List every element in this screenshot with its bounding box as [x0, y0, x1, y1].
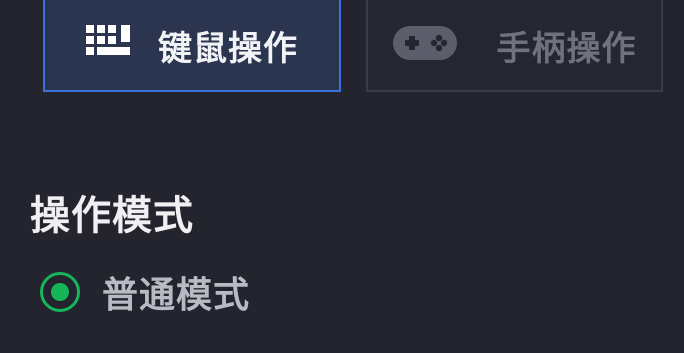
radio-selected-dot [51, 283, 69, 301]
gamepad-icon [392, 26, 477, 64]
normal-mode-radio[interactable] [40, 272, 80, 312]
normal-mode-option[interactable]: 普通模式 [40, 266, 250, 318]
tab-keyboard-mouse-label: 键鼠操作 [158, 28, 298, 69]
tab-keyboard-mouse[interactable]: 键鼠操作 [43, 0, 341, 92]
control-settings-panel: 键鼠操作 手柄操作 操作模式 普通模式 [0, 0, 684, 353]
normal-mode-label: 普通模式 [102, 275, 251, 316]
tab-gamepad[interactable]: 手柄操作 [366, 0, 663, 92]
keyboard-mouse-icon [86, 25, 132, 65]
tab-gamepad-label: 手柄操作 [496, 28, 637, 69]
operation-mode-title: 操作模式 [30, 193, 194, 239]
